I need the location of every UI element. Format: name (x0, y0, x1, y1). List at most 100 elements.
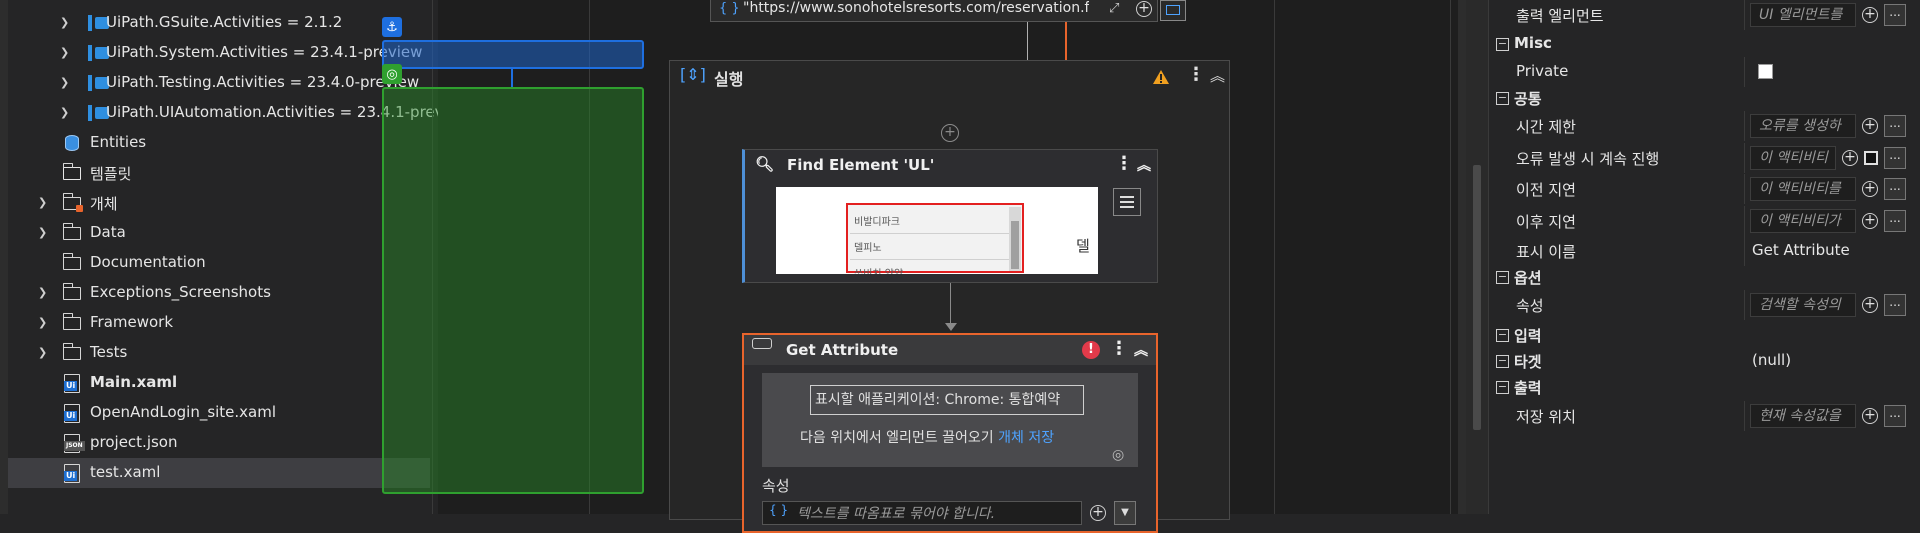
property-row[interactable]: 속성 검색할 속성의 +... (1458, 290, 1920, 320)
collapse-icon[interactable]: ︽ (1134, 340, 1148, 360)
property-category[interactable]: − 출력 (1458, 372, 1920, 402)
property-input[interactable]: 현재 속성값을 (1750, 404, 1856, 428)
project-tree-item[interactable]: JSON project.json (8, 428, 430, 458)
add-variable-icon[interactable]: + (1862, 213, 1878, 229)
expand-chevron-icon[interactable]: ❯ (60, 77, 72, 89)
expand-chevron-icon[interactable]: ❯ (60, 47, 72, 59)
property-input[interactable]: 이 액티비티를 (1750, 177, 1856, 201)
preview-menu-button[interactable] (1113, 188, 1141, 216)
property-row[interactable]: 오류 발생 시 계속 진행 이 액티비티 +... (1458, 143, 1920, 173)
project-tree-item[interactable]: ❯ UiPath.GSuite.Activities = 2.1.2 (8, 8, 430, 38)
preview-scrollbar (1009, 207, 1021, 271)
collapse-icon[interactable]: ︽ (1210, 65, 1225, 86)
property-input[interactable]: 이 액티비티 (1750, 146, 1836, 170)
expand-icon[interactable]: ⤢ (1109, 1, 1119, 16)
project-tree-item[interactable]: ❯ UiPath.System.Activities = 23.4.1-previ… (8, 38, 430, 68)
project-tree-item[interactable]: Ui test.xaml (8, 458, 430, 488)
project-tree-item[interactable]: ❯ UiPath.UIAutomation.Activities = 23.4.1… (8, 98, 469, 128)
property-category[interactable]: − 옵션 (1458, 262, 1920, 292)
sequence-menu-icon[interactable]: ⋮ (1187, 64, 1205, 85)
browser-picker-button[interactable] (1160, 0, 1186, 21)
ellipsis-button[interactable]: ... (1884, 210, 1906, 232)
add-variable-icon[interactable]: + (1862, 297, 1878, 313)
expand-chevron-icon[interactable]: ❯ (38, 317, 50, 329)
project-tree-item[interactable]: Ui Main.xaml (8, 368, 430, 398)
object-repo-link[interactable]: 개체 저장 (998, 430, 1054, 446)
get-attribute-activity[interactable]: Get Attribute ! ⋮ ︽ 표시할 애플리케이션: Chrome: … (742, 333, 1158, 533)
target-settings-icon[interactable]: ◎ (1112, 447, 1124, 463)
object-repository-icon (62, 192, 83, 213)
ellipsis-button[interactable]: ... (1884, 178, 1906, 200)
folder-icon (62, 222, 82, 243)
project-tree-item[interactable]: ❯ Data (8, 218, 430, 248)
drag-element-text[interactable]: 다음 위치에서 엘리먼트 끌어오기 개체 저장 (800, 427, 1100, 447)
highlight-box: 비발디파크델피노쏘비치 양양 (846, 203, 1024, 274)
find-element-activity[interactable]: 🔍︎ Find Element 'UL' ⋮ ︽ 비발디파크델피노쏘비치 양양 … (742, 149, 1158, 283)
add-variable-icon[interactable]: + (1862, 181, 1878, 197)
category-label: Misc (1514, 34, 1552, 52)
collapse-category-icon[interactable]: − (1496, 381, 1509, 394)
attribute-input[interactable]: { } 텍스트를 따옴표로 묶어야 합니다. (762, 501, 1082, 525)
ellipsis-button[interactable]: ... (1884, 405, 1906, 427)
expand-chevron-icon[interactable]: ❯ (38, 287, 50, 299)
add-variable-icon[interactable]: + (1136, 1, 1152, 17)
property-row[interactable]: 출력 엘리먼트 UI 엘리먼트를 +... (1458, 0, 1920, 30)
property-row[interactable]: 이후 지연 이 액티비티가 +... (1458, 206, 1920, 236)
expand-chevron-icon[interactable]: ❯ (38, 227, 50, 239)
collapse-category-icon[interactable]: − (1496, 92, 1509, 105)
private-checkbox[interactable] (1758, 64, 1773, 79)
add-variable-icon[interactable]: + (1842, 150, 1858, 166)
project-tree-item[interactable]: ❯ Tests (8, 338, 430, 368)
project-tree-item-label: project.json (90, 433, 178, 451)
project-tree-item[interactable]: Ui OpenAndLogin_site.xaml (8, 398, 430, 428)
ellipsis-button[interactable]: ... (1884, 4, 1906, 26)
property-input[interactable]: 검색할 속성의 (1750, 293, 1856, 317)
collapse-category-icon[interactable]: − (1496, 329, 1509, 342)
activity-menu-icon[interactable]: ⋮ (1110, 338, 1128, 359)
ellipsis-button[interactable]: ... (1884, 294, 1906, 316)
collapse-category-icon[interactable]: − (1496, 271, 1509, 284)
expand-chevron-icon[interactable]: ❯ (38, 347, 50, 359)
collapse-category-icon[interactable]: − (1496, 355, 1509, 368)
activity-header: Get Attribute ! ⋮ ︽ (744, 335, 1156, 365)
toggle-checkbox-icon[interactable] (1864, 151, 1878, 165)
property-value[interactable]: Get Attribute (1752, 241, 1850, 259)
url-input[interactable]: { } "https://www.sonohotelsresorts.com/r… (710, 0, 1158, 22)
project-tree-item[interactable]: Documentation (8, 248, 430, 278)
ellipsis-button[interactable]: ... (1884, 147, 1906, 169)
expand-chevron-icon[interactable]: ❯ (60, 17, 72, 29)
sequence-container[interactable]: [⇕] 실행 ⋮ ︽ + 🔍︎ Find Element 'UL' ⋮ ︽ 비발… (669, 60, 1230, 533)
collapse-icon[interactable]: ︽ (1137, 155, 1151, 175)
property-input[interactable]: 오류를 생성하 (1750, 114, 1856, 138)
column-divider (1744, 143, 1745, 173)
project-tree-item[interactable]: Entities (8, 128, 430, 158)
property-category[interactable]: − 공통 (1458, 83, 1920, 113)
attribute-dropdown[interactable]: ▼ (1114, 501, 1136, 525)
ellipsis-button[interactable]: ... (1884, 115, 1906, 137)
panel-gutter (0, 0, 8, 514)
activity-menu-icon[interactable]: ⋮ (1115, 153, 1133, 174)
project-tree-item[interactable]: 템플릿 (8, 158, 430, 188)
category-label: 입력 (1514, 327, 1542, 345)
project-tree-item[interactable]: ❯ 개체 (8, 188, 430, 218)
add-variable-icon[interactable]: + (1862, 408, 1878, 424)
add-activity-icon[interactable]: + (941, 124, 959, 142)
add-variable-icon[interactable]: + (1862, 118, 1878, 134)
add-variable-icon[interactable]: + (1862, 7, 1878, 23)
property-row[interactable]: 이전 지연 이 액티비티를 +... (1458, 174, 1920, 204)
add-variable-icon[interactable]: + (1090, 505, 1106, 521)
project-tree-item[interactable]: ❯ Exceptions_Screenshots (8, 278, 430, 308)
property-input[interactable]: UI 엘리먼트를 (1750, 3, 1856, 27)
property-row[interactable]: 시간 제한 오류를 생성하 +... (1458, 111, 1920, 141)
project-tree-item[interactable]: ❯ UiPath.Testing.Activities = 23.4.0-prev… (8, 68, 430, 98)
xaml-file-icon: Ui (62, 403, 82, 423)
collapse-category-icon[interactable]: − (1496, 38, 1509, 51)
property-category[interactable]: − Misc (1458, 29, 1920, 59)
project-tree-item[interactable]: ❯ Framework (8, 308, 430, 338)
property-input[interactable]: 이 액티비티가 (1750, 209, 1856, 233)
target-app-button[interactable]: 표시할 애플리케이션: Chrome: 통합예약 (810, 385, 1084, 415)
error-icon[interactable]: ! (1082, 341, 1100, 359)
expand-chevron-icon[interactable]: ❯ (38, 197, 50, 209)
property-row[interactable]: 저장 위치 현재 속성값을 +... (1458, 401, 1920, 431)
expand-chevron-icon[interactable]: ❯ (60, 107, 72, 119)
